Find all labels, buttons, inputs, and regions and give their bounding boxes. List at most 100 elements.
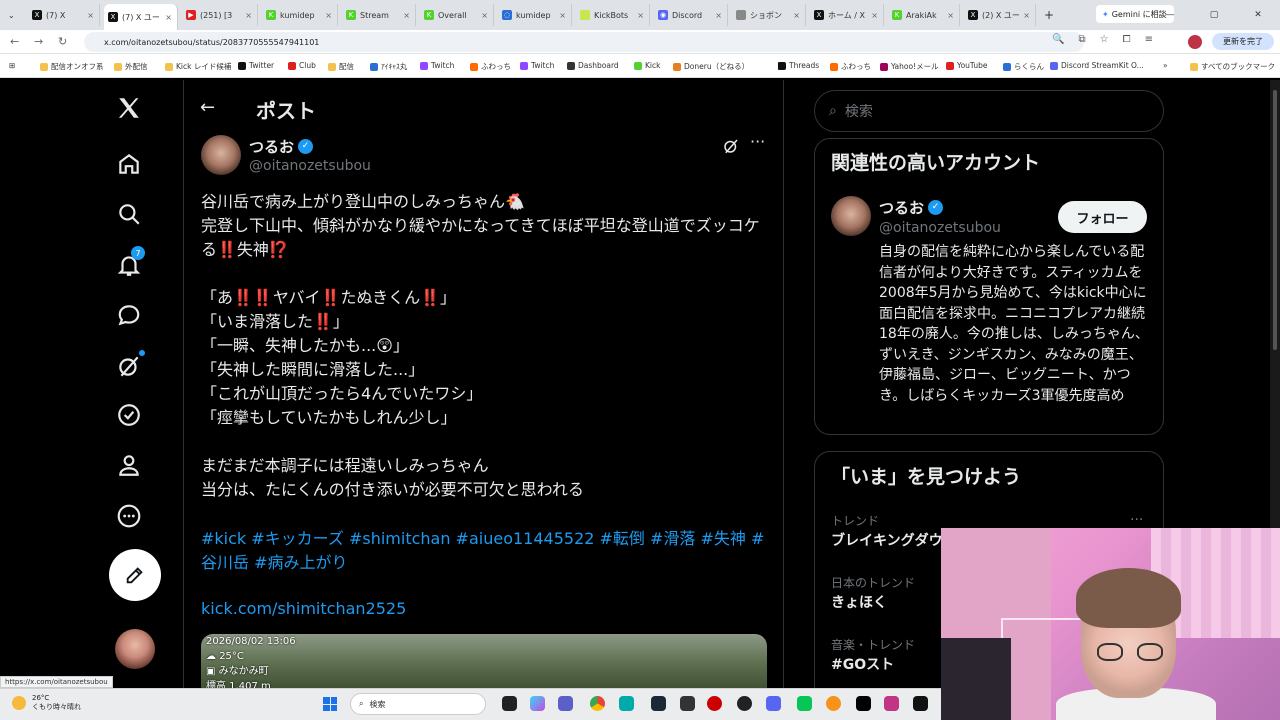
related-account-avatar[interactable] <box>831 196 871 236</box>
post-media[interactable]: 2026/08/02 13:06 ☁ 25°C ▣ みなかみ町 標高 1,407… <box>201 634 767 694</box>
forward-arrow-icon[interactable]: → <box>34 35 43 48</box>
update-button[interactable]: 更新を完了 <box>1212 33 1274 50</box>
reading-list-icon[interactable]: ≡ <box>1145 34 1153 45</box>
app-icon[interactable] <box>826 696 841 711</box>
author-name[interactable]: つるお ✓ <box>249 136 314 157</box>
bookmark-item[interactable]: ふわっち <box>470 61 511 72</box>
bookmark-item[interactable]: YouTube <box>946 61 988 70</box>
star-icon[interactable]: ☆ <box>1100 34 1109 45</box>
follow-button[interactable]: フォロー <box>1058 201 1147 233</box>
close-icon[interactable]: × <box>481 11 488 20</box>
home-icon[interactable] <box>114 149 144 179</box>
more-icon[interactable] <box>114 501 144 531</box>
close-icon[interactable]: × <box>947 11 954 20</box>
close-icon[interactable]: × <box>403 11 410 20</box>
related-account-handle[interactable]: @oitanozetsubou <box>879 220 1001 236</box>
compose-button[interactable] <box>109 549 161 601</box>
x-logo-icon[interactable] <box>114 93 144 123</box>
close-icon[interactable]: × <box>871 11 878 20</box>
teams-icon[interactable] <box>558 696 573 711</box>
trend-name[interactable]: ブレイキングダウ <box>831 530 943 550</box>
app-icon[interactable] <box>680 696 695 711</box>
obs-icon[interactable] <box>737 696 752 711</box>
terminal-icon[interactable] <box>913 696 928 711</box>
bookmark-item[interactable]: Kick レイド候補 <box>165 61 231 72</box>
windows-start-button[interactable] <box>323 697 337 711</box>
close-icon[interactable]: × <box>165 13 172 22</box>
task-view-icon[interactable] <box>502 696 517 711</box>
author-handle[interactable]: @oitanozetsubou <box>249 158 371 174</box>
close-icon[interactable]: × <box>245 11 252 20</box>
post-link[interactable]: kick.com/shimitchan2525 <box>201 599 406 618</box>
back-arrow-icon[interactable]: ← <box>200 97 215 118</box>
browser-tab-active[interactable]: X (7) X ユー × <box>104 4 178 30</box>
obs-icon[interactable] <box>707 696 722 711</box>
browser-tab[interactable]: X (7) X × <box>28 4 100 26</box>
maximize-button[interactable]: ▢ <box>1192 0 1236 30</box>
more-options-icon[interactable]: ··· <box>750 132 765 151</box>
reload-icon[interactable]: ↻ <box>58 35 67 48</box>
profile-icon[interactable] <box>114 450 144 480</box>
search-input[interactable]: ⌕ 検索 <box>814 90 1164 132</box>
zoom-icon[interactable]: 🔍 <box>1052 34 1064 45</box>
message-icon[interactable] <box>114 300 144 330</box>
kick-icon[interactable] <box>856 696 871 711</box>
browser-tab[interactable]: Kkumidep × <box>262 4 338 26</box>
bookmark-item[interactable]: Doneru（どねる） <box>673 61 749 72</box>
verified-icon[interactable] <box>114 400 144 430</box>
bookmark-item[interactable]: 配信オンオフ系 <box>40 61 104 72</box>
bookmark-item[interactable]: Twitch <box>520 61 554 70</box>
url-input[interactable]: x.com/oitanozetsubou/status/208377055554… <box>84 32 1084 52</box>
discord-icon[interactable] <box>766 696 781 711</box>
post-hashtags[interactable]: #kick #キッカーズ #shimitchan #aiueo11445522 … <box>201 527 771 575</box>
bookmark-item[interactable]: Twitch <box>420 61 454 70</box>
browser-tab[interactable]: KickBots × <box>576 4 650 26</box>
close-icon[interactable]: × <box>715 11 722 20</box>
bookmark-item[interactable]: Club <box>288 61 316 70</box>
chrome-icon[interactable] <box>590 696 605 711</box>
scrollbar-thumb[interactable] <box>1273 90 1277 350</box>
account-avatar[interactable] <box>115 629 155 669</box>
close-icon[interactable]: × <box>793 11 800 20</box>
bookmark-item[interactable]: Dashboard <box>567 61 619 70</box>
extensions-icon[interactable]: ⧠ <box>1123 34 1131 45</box>
bookmark-item[interactable]: 外配信 <box>114 61 148 72</box>
grok-icon[interactable] <box>722 137 740 159</box>
bookmark-item[interactable]: Twitter <box>238 61 274 70</box>
close-icon[interactable]: × <box>1023 11 1030 20</box>
browser-tab[interactable]: X ホーム / X × <box>810 4 884 26</box>
bookmark-item[interactable]: すべてのブックマーク <box>1190 61 1275 72</box>
close-icon[interactable]: × <box>87 11 94 20</box>
taskbar-search[interactable]: ⌕ 検索 <box>350 693 486 715</box>
line-icon[interactable] <box>797 696 812 711</box>
bookmark-item[interactable]: Kick <box>634 61 660 70</box>
close-icon[interactable]: × <box>637 11 644 20</box>
edge-icon[interactable] <box>619 696 634 711</box>
close-window-button[interactable]: ✕ <box>1236 0 1280 30</box>
cast-icon[interactable]: ⧉ <box>1078 34 1085 45</box>
search-icon[interactable] <box>114 199 144 229</box>
new-tab-button[interactable]: + <box>1040 4 1058 26</box>
browser-tab[interactable]: K Stream × <box>342 4 416 26</box>
close-icon[interactable]: × <box>325 11 332 20</box>
bookmark-item[interactable]: Discord StreamKit O... <box>1050 61 1144 70</box>
bookmark-item[interactable]: Yahoo!メール <box>880 61 939 72</box>
apps-icon[interactable]: ⊞ <box>9 61 15 70</box>
trend-name[interactable]: #GOスト <box>831 654 894 674</box>
close-icon[interactable]: × <box>559 11 566 20</box>
bookmark-item[interactable]: ふわっち <box>830 61 871 72</box>
browser-tab[interactable]: ◉ Discord × <box>654 4 728 26</box>
author-avatar[interactable] <box>201 135 241 175</box>
browser-tab[interactable]: X (2) X ユー × <box>964 4 1036 26</box>
back-arrow-icon[interactable]: ← <box>10 35 19 48</box>
bookmark-item[interactable]: ｱｲｷｬｽ丸 <box>370 61 407 72</box>
more-bookmarks-icon[interactable]: » <box>1163 61 1168 70</box>
browser-tab[interactable]: ▶ (251) [3 × <box>182 4 258 26</box>
more-options-icon[interactable]: ··· <box>1130 512 1143 528</box>
browser-tab[interactable]: K ArakiAk × <box>888 4 960 26</box>
copilot-icon[interactable] <box>530 696 545 711</box>
tab-menu-button[interactable]: ⌄ <box>4 4 24 26</box>
browser-tab[interactable]: ◌ kumidep × <box>498 4 572 26</box>
bookmark-item[interactable]: Threads <box>778 61 819 70</box>
related-account-name[interactable]: つるお ✓ <box>879 197 944 218</box>
